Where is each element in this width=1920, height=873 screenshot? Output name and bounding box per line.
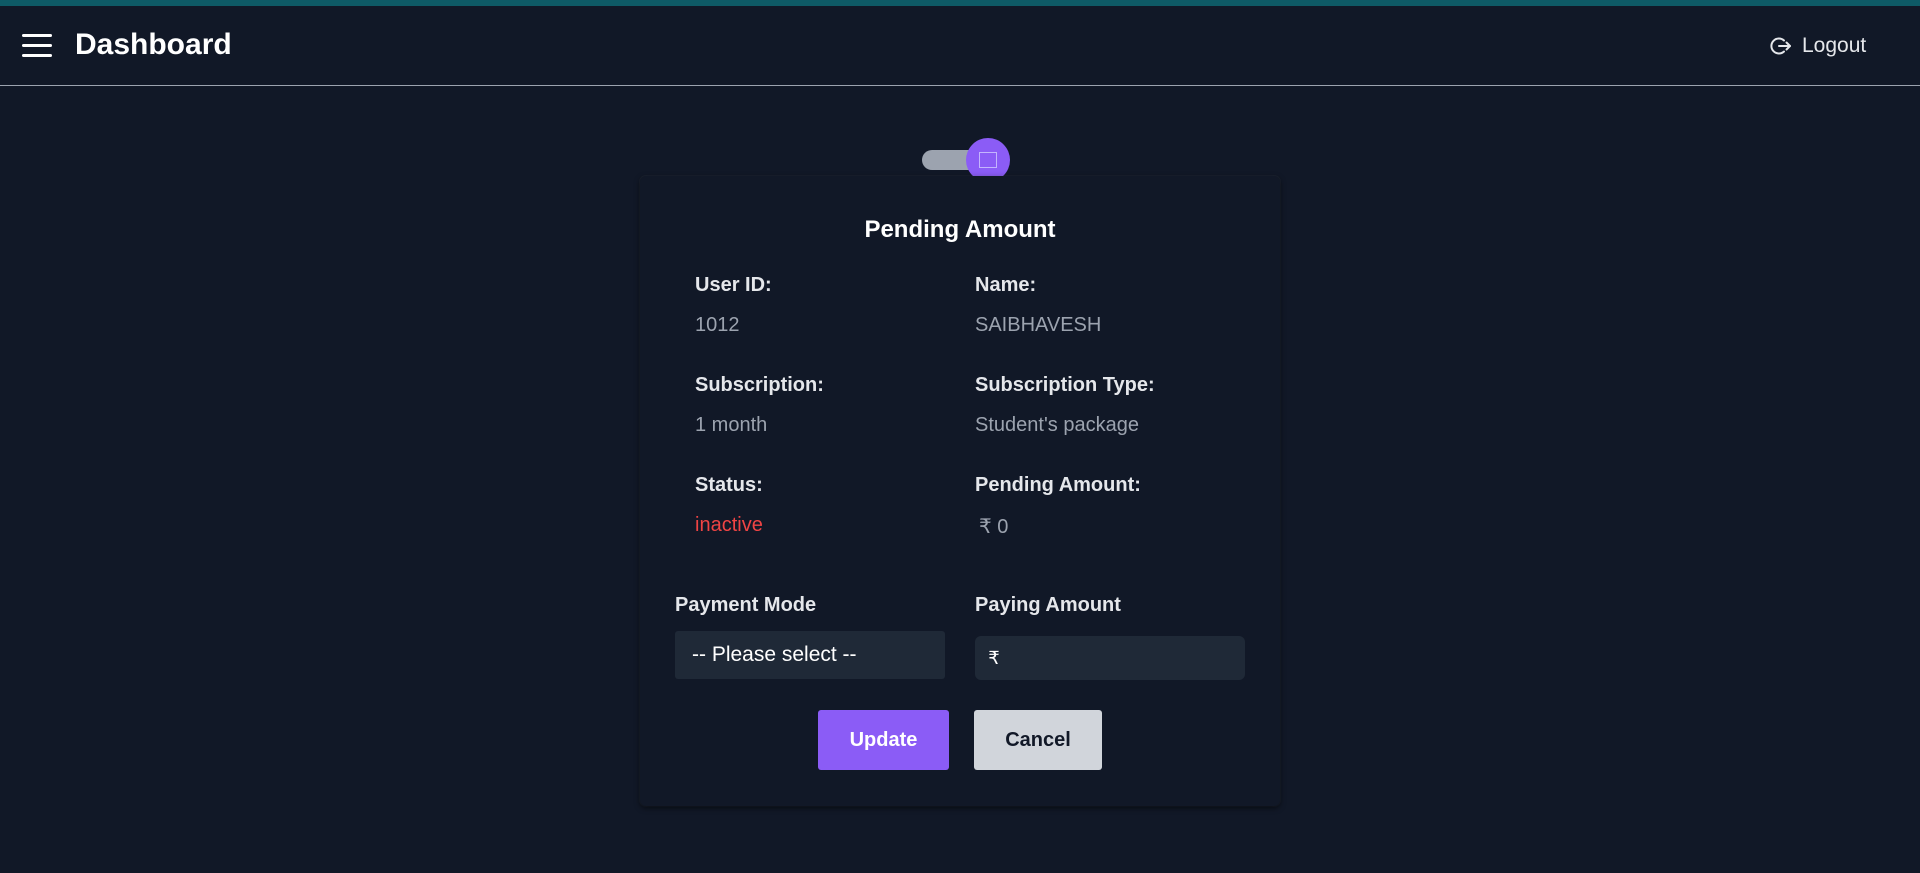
rupee-icon: ₹ <box>988 647 1000 668</box>
subscription-value: 1 month <box>695 414 768 436</box>
payment-mode-select[interactable]: -- Please select -- <box>675 631 945 679</box>
subscription-type-value: Student's package <box>975 414 1139 436</box>
logout-button[interactable]: Logout <box>1770 34 1866 58</box>
page-title: Dashboard <box>75 28 232 61</box>
pending-amount-value: ₹ 0 <box>979 516 1009 538</box>
subscription-label: Subscription: <box>695 374 824 396</box>
payment-mode-label: Payment Mode <box>675 594 817 616</box>
payment-mode-selected: -- Please select -- <box>692 643 857 666</box>
cancel-button[interactable]: Cancel <box>974 710 1102 770</box>
logout-icon <box>1770 37 1791 55</box>
card-title: Pending Amount <box>864 216 1056 243</box>
status-value: inactive <box>695 514 763 536</box>
menu-icon[interactable] <box>22 34 52 58</box>
square-icon <box>979 152 997 168</box>
pending-amount-label: Pending Amount: <box>975 474 1141 496</box>
subscription-type-label: Subscription Type: <box>975 374 1155 396</box>
user-id-value: 1012 <box>695 314 740 336</box>
name-value: SAIBHAVESH <box>975 314 1102 336</box>
paying-amount-label: Paying Amount <box>975 594 1121 616</box>
logout-label: Logout <box>1802 34 1867 57</box>
status-label: Status: <box>695 474 763 496</box>
update-button[interactable]: Update <box>818 710 949 770</box>
paying-amount-field[interactable]: ₹ <box>975 636 1245 680</box>
user-id-label: User ID: <box>695 274 772 296</box>
navbar: Dashboard Logout <box>0 6 1920 86</box>
name-label: Name: <box>975 274 1037 296</box>
pending-amount-card: Pending Amount User ID: 1012 Name: SAIBH… <box>640 176 1280 806</box>
paying-amount-input[interactable] <box>1013 636 1245 680</box>
